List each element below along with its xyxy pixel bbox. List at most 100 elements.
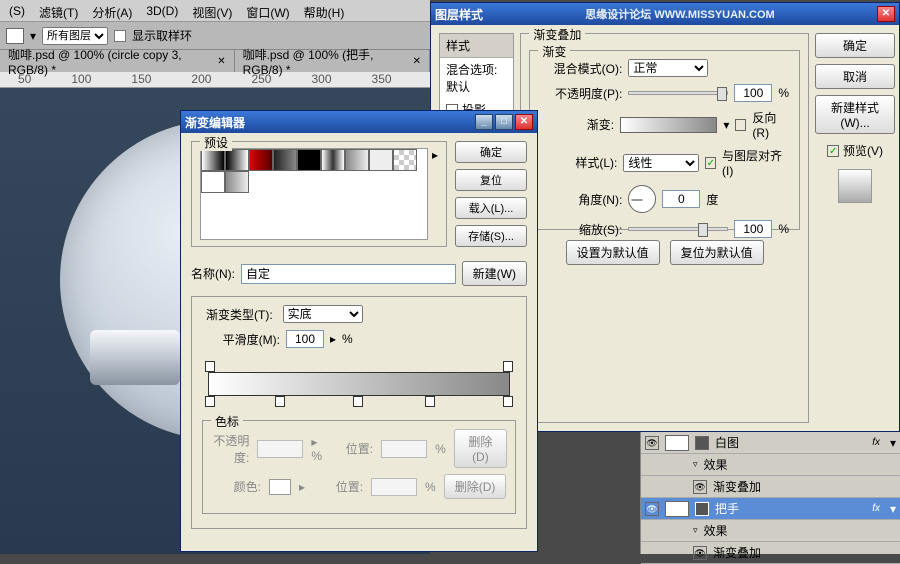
titlebar[interactable]: 图层样式 思缘设计论坛 WWW.MISSYUAN.COM ✕ xyxy=(431,3,899,25)
layer-scope-select[interactable]: 所有图层 xyxy=(42,27,108,45)
menu-analysis[interactable]: 分析(A) xyxy=(85,0,139,21)
visibility-icon[interactable]: 👁 xyxy=(693,480,707,494)
preset-swatch[interactable] xyxy=(249,149,273,171)
fx-badge[interactable]: fx xyxy=(872,437,884,448)
document-tab[interactable]: 咖啡.psd @ 100% (circle copy 3, RGB/8) *✕ xyxy=(0,50,235,72)
layer-row[interactable]: 👁 把手 fx▾ xyxy=(641,498,900,520)
maximize-icon[interactable]: □ xyxy=(495,114,513,130)
preset-swatch[interactable] xyxy=(273,149,297,171)
layer-thumb[interactable] xyxy=(665,501,689,517)
style-label: 样式(L): xyxy=(540,154,617,171)
close-icon[interactable]: ✕ xyxy=(413,56,421,67)
preset-swatch[interactable] xyxy=(297,149,321,171)
color-stop[interactable] xyxy=(205,396,215,407)
chevron-down-icon[interactable]: ▾ xyxy=(890,436,896,450)
preset-swatch[interactable] xyxy=(393,149,417,171)
cancel-button[interactable]: 取消 xyxy=(815,64,895,89)
layer-effects-row[interactable]: ▿效果 xyxy=(641,520,900,542)
pct-label: % xyxy=(778,86,789,100)
reset-default-button[interactable]: 复位为默认值 xyxy=(670,240,764,265)
preset-swatch[interactable] xyxy=(321,149,345,171)
align-label: 与图层对齐(I) xyxy=(722,147,789,178)
chevron-down-icon[interactable]: ▾ xyxy=(890,502,896,516)
mask-thumb[interactable] xyxy=(695,502,709,516)
reverse-checkbox[interactable] xyxy=(735,119,746,131)
color-stop[interactable] xyxy=(275,396,285,407)
set-default-button[interactable]: 设置为默认值 xyxy=(566,240,660,265)
layer-effect-item[interactable]: 👁 渐变叠加 xyxy=(641,476,900,498)
sample-ring-checkbox[interactable] xyxy=(114,30,126,42)
opacity-slider[interactable] xyxy=(628,91,728,95)
fx-badge[interactable]: fx xyxy=(872,503,884,514)
preset-grid[interactable] xyxy=(200,148,428,240)
preset-swatch[interactable] xyxy=(225,171,249,193)
menu-select[interactable]: (S) xyxy=(2,0,32,21)
menu-window[interactable]: 窗口(W) xyxy=(239,0,296,21)
layer-effect-item[interactable]: 👁渐变叠加 xyxy=(641,542,900,564)
layer-row[interactable]: 👁 白图 fx▾ xyxy=(641,432,900,454)
load-button[interactable]: 载入(L)... xyxy=(455,197,527,219)
menu-help[interactable]: 帮助(H) xyxy=(297,0,352,21)
blend-mode-select[interactable]: 正常 xyxy=(628,59,708,77)
angle-dial[interactable] xyxy=(628,185,656,213)
color-stop[interactable] xyxy=(353,396,363,407)
mask-thumb[interactable] xyxy=(695,436,709,450)
triangle-down-icon[interactable]: ▾ xyxy=(30,29,36,43)
visibility-icon[interactable]: 👁 xyxy=(693,546,707,560)
new-button[interactable]: 新建(W) xyxy=(462,261,527,286)
stop-position-input xyxy=(371,478,417,496)
smoothness-label: 平滑度(M): xyxy=(202,331,280,348)
gradient-type-select[interactable]: 实底 xyxy=(283,305,363,323)
opacity-input[interactable] xyxy=(734,84,772,102)
opacity-stop[interactable] xyxy=(503,361,513,372)
gradient-bar[interactable] xyxy=(208,372,510,396)
layer-thumb[interactable] xyxy=(665,435,689,451)
scale-input[interactable] xyxy=(734,220,772,238)
preview-checkbox[interactable] xyxy=(827,145,839,157)
style-list-header[interactable]: 样式 xyxy=(440,34,513,58)
effect-name: 渐变叠加 xyxy=(713,478,761,495)
ok-button[interactable]: 确定 xyxy=(455,141,527,163)
preset-swatch[interactable] xyxy=(225,149,249,171)
triangle-down-icon[interactable]: ▾ xyxy=(723,118,729,132)
name-input[interactable] xyxy=(241,264,456,284)
preset-menu-icon[interactable]: ▸ xyxy=(432,148,438,162)
minimize-icon[interactable]: _ xyxy=(475,114,493,130)
reset-button[interactable]: 复位 xyxy=(455,169,527,191)
smoothness-input[interactable] xyxy=(286,330,324,348)
preset-swatch[interactable] xyxy=(201,171,225,193)
preset-swatch[interactable] xyxy=(369,149,393,171)
gradient-preview[interactable] xyxy=(620,117,717,133)
triangle-right-icon[interactable]: ▸ xyxy=(330,332,336,346)
style-select[interactable]: 线性 xyxy=(623,154,698,172)
opacity-stop[interactable] xyxy=(205,361,215,372)
visibility-icon[interactable]: 👁 xyxy=(645,436,659,450)
menu-filter[interactable]: 滤镜(T) xyxy=(32,0,85,21)
ok-button[interactable]: 确定 xyxy=(815,33,895,58)
preset-swatch[interactable] xyxy=(345,149,369,171)
color-stop[interactable] xyxy=(503,396,513,407)
triangle-down-icon[interactable]: ▿ xyxy=(693,525,698,536)
document-tab[interactable]: 咖啡.psd @ 100% (把手, RGB/8) *✕ xyxy=(235,50,430,72)
angle-input[interactable] xyxy=(662,190,700,208)
tool-swatch[interactable] xyxy=(6,28,24,44)
menu-3d[interactable]: 3D(D) xyxy=(139,0,185,21)
align-checkbox[interactable] xyxy=(705,157,716,169)
visibility-icon[interactable]: 👁 xyxy=(645,502,659,516)
close-icon[interactable]: ✕ xyxy=(877,6,895,22)
layer-effects-row[interactable]: ▿效果 xyxy=(641,454,900,476)
stop-position-label: 位置: xyxy=(313,478,363,495)
close-icon[interactable]: ✕ xyxy=(515,114,533,130)
dialog-title: 渐变编辑器 xyxy=(185,114,245,131)
titlebar[interactable]: 渐变编辑器 _ □ ✕ xyxy=(181,111,537,133)
blending-options-row[interactable]: 混合选项:默认 xyxy=(440,58,513,98)
close-icon[interactable]: ✕ xyxy=(217,56,225,67)
new-style-button[interactable]: 新建样式(W)... xyxy=(815,95,895,134)
color-stop[interactable] xyxy=(425,396,435,407)
save-button[interactable]: 存储(S)... xyxy=(455,225,527,247)
menu-view[interactable]: 视图(V) xyxy=(185,0,239,21)
triangle-down-icon[interactable]: ▿ xyxy=(693,459,698,470)
blend-mode-label: 混合模式(O): xyxy=(540,60,622,77)
scale-slider[interactable] xyxy=(628,227,728,231)
preset-swatch[interactable] xyxy=(201,149,225,171)
